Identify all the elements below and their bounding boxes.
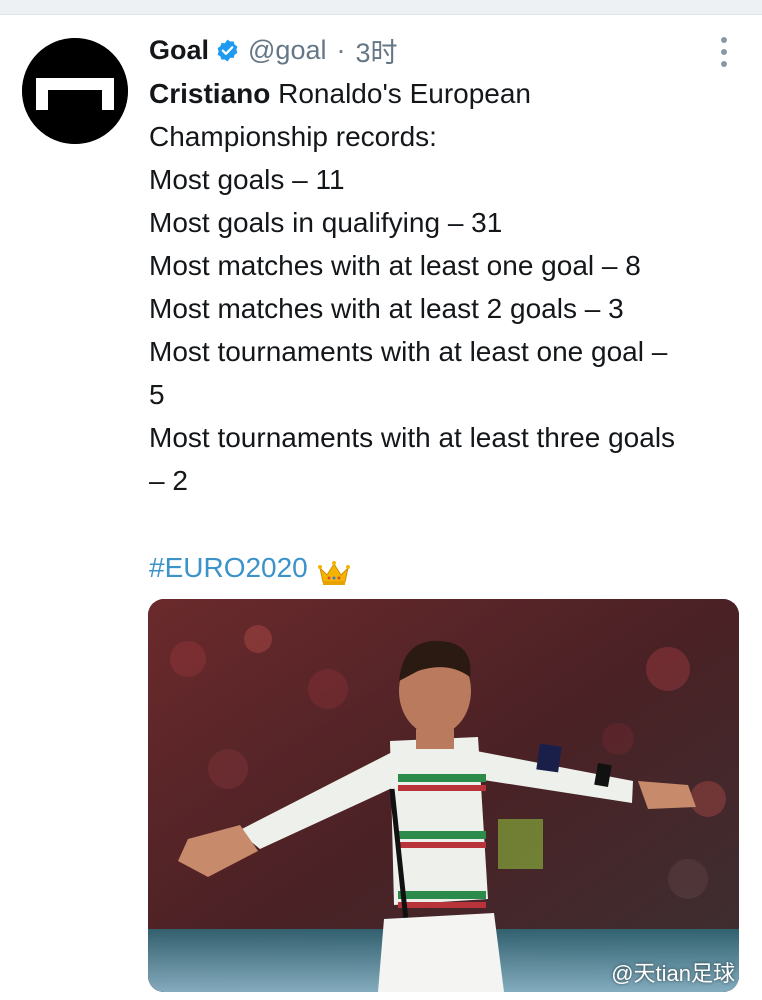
goal-logo-icon[interactable] bbox=[22, 38, 128, 144]
tweet-header: Goal @goal · 3时 bbox=[149, 31, 398, 70]
tweet-card[interactable]: Goal @goal · 3时 Cristiano Ronaldo's Euro… bbox=[0, 15, 762, 1000]
tweet-media-image[interactable]: @天tian足球 bbox=[148, 599, 739, 992]
hashtag-link[interactable]: #EURO2020 bbox=[149, 546, 308, 589]
tweet-body: Cristiano Ronaldo's European Championshi… bbox=[149, 72, 749, 502]
author-display-name[interactable]: Goal bbox=[149, 35, 209, 66]
author-handle[interactable]: @goal bbox=[248, 35, 326, 66]
tweet-line: Most goals in qualifying – 31 bbox=[149, 207, 503, 238]
tweet-line-1: Cristiano Ronaldo's European bbox=[149, 72, 749, 115]
hashtag-row: #EURO2020 bbox=[149, 546, 350, 589]
tweet-line: Most matches with at least one goal – 8 bbox=[149, 250, 641, 281]
more-vertical-icon[interactable] bbox=[716, 37, 732, 67]
verified-badge-icon bbox=[215, 38, 240, 63]
header-separator: · bbox=[336, 34, 346, 65]
tweet-line: – 2 bbox=[149, 465, 188, 496]
crown-icon bbox=[317, 555, 350, 585]
tweet-line: Most goals – 11 bbox=[149, 164, 345, 195]
tweet-line: Championship records: bbox=[149, 121, 437, 152]
tweet-line: Most matches with at least 2 goals – 3 bbox=[149, 293, 624, 324]
tweet-line: 5 bbox=[149, 379, 165, 410]
tweet-line-1-bold: Cristiano bbox=[149, 78, 271, 109]
tweet-line: Most tournaments with at least one goal … bbox=[149, 336, 668, 367]
tweet-line-1-rest: Ronaldo's European bbox=[270, 78, 531, 109]
top-divider bbox=[0, 0, 762, 15]
media-watermark: @天tian足球 bbox=[611, 961, 735, 986]
tweet-timestamp[interactable]: 3时 bbox=[355, 31, 397, 70]
tweet-line: Most tournaments with at least three goa… bbox=[149, 422, 676, 453]
